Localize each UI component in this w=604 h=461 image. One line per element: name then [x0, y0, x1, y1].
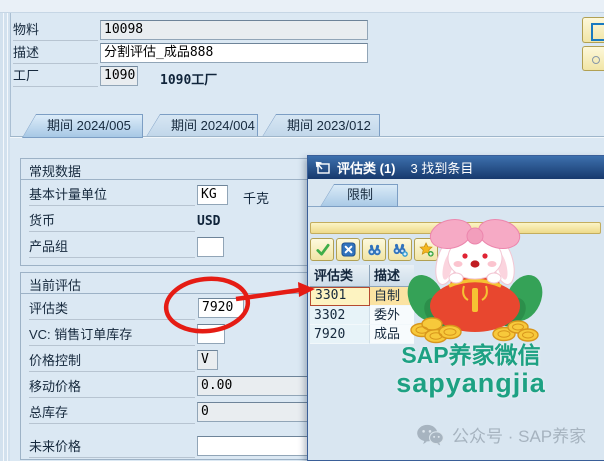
product-group-field[interactable] [197, 237, 224, 257]
groupbox-title: 当前评估 [29, 275, 81, 292]
tab-period-2024-005[interactable]: 期间 2024/005 [22, 114, 143, 138]
material-label: 物料 [13, 21, 98, 41]
popup-titlebar[interactable]: 评估类 (1) 3 找到条目 [308, 156, 604, 179]
table-header-row: 评估类 描述 [310, 265, 414, 287]
base-unit-field[interactable]: KG [197, 185, 228, 205]
plant-field[interactable]: 1090 [100, 66, 138, 86]
sales-order-stock-field[interactable] [197, 324, 225, 344]
groupbox-title: 常规数据 [29, 161, 81, 178]
base-unit-label: 基本计量单位 [29, 186, 195, 206]
valuation-class-label: 评估类 [29, 300, 195, 320]
column-header-valuation-class: 评估类 [310, 265, 370, 286]
plant-label: 工厂 [13, 67, 98, 87]
base-unit-text: 千克 [243, 188, 269, 207]
plant-description-text: 1090工厂 [160, 69, 217, 88]
rabbit-mascot-image [404, 214, 546, 348]
currency-value: USD [197, 214, 220, 229]
table-row-3301[interactable]: 3301 自制 [310, 287, 414, 306]
frame-line [7, 13, 8, 461]
popup-entries-found: 3 找到条目 [411, 158, 474, 177]
value-help-table: 评估类 描述 3301 自制 3302 委外 7920 成品 [310, 265, 414, 344]
currency-label: 货币 [29, 212, 195, 232]
cancel-button[interactable] [336, 238, 360, 261]
tab-period-2023-012[interactable]: 期间 2023/012 [262, 114, 380, 137]
material-field[interactable]: 10098 [100, 20, 368, 40]
accept-icon [315, 242, 330, 257]
price-control-label: 价格控制 [29, 352, 195, 372]
sales-order-stock-label: VC: 销售订单库存 [29, 326, 195, 346]
find-button[interactable] [362, 238, 386, 261]
popup-title: 评估类 (1) [337, 158, 396, 177]
tab-label: 期间 2023/012 [287, 118, 371, 133]
cell-valuation-class[interactable]: 7920 [310, 325, 370, 344]
footer-text: 公众号 · SAP养家 [452, 422, 586, 447]
valuation-class-field[interactable]: 7920 [198, 298, 244, 318]
moving-price-label: 移动价格 [29, 378, 195, 398]
tab-label: 期间 2024/004 [171, 118, 255, 133]
cell-valuation-class[interactable]: 3301 [310, 287, 370, 306]
price-control-field[interactable]: V [197, 350, 218, 370]
window-top-strip [0, 0, 604, 13]
future-price-label: 未来价格 [29, 438, 195, 458]
find-icon [367, 242, 382, 257]
current-valuation-groupbox: 当前评估 评估类 7920 VC: 销售订单库存 价格控制 V 移动价格 0.0… [20, 272, 309, 460]
brand-watermark: SAP养家微信 sapyangjia [366, 342, 576, 399]
small-icon [592, 56, 600, 64]
edge-button-1[interactable] [582, 17, 604, 43]
document-icon [591, 23, 604, 41]
value-help-window-icon [315, 161, 330, 174]
tab-restrictions[interactable]: 限制 [320, 184, 398, 207]
sap-window: 物料 10098 描述 分割评估_成品888 工厂 1090 1090工厂 期间… [0, 0, 604, 461]
cell-valuation-class[interactable]: 3302 [310, 306, 370, 325]
table-row-3302[interactable]: 3302 委外 [310, 306, 414, 325]
divider [21, 179, 308, 180]
divider [21, 293, 308, 294]
tab-label: 限制 [347, 187, 373, 202]
wechat-icon [416, 424, 444, 446]
frame-line [3, 13, 4, 461]
footer-watermark: 公众号 · SAP养家 [416, 422, 586, 447]
tab-period-2024-004[interactable]: 期间 2024/004 [146, 114, 258, 137]
tab-label: 期间 2024/005 [47, 118, 131, 133]
general-data-groupbox: 常规数据 基本计量单位 KG 千克 货币 USD 产品组 [20, 158, 309, 266]
accept-button[interactable] [310, 238, 334, 261]
valuation-class-value-help-popup: 评估类 (1) 3 找到条目 限制 [307, 155, 604, 461]
brand-chinese-text: SAP养家微信 [366, 342, 576, 368]
brand-pinyin-text: sapyangjia [366, 368, 576, 399]
cancel-icon [341, 242, 356, 257]
description-label: 描述 [13, 44, 98, 64]
total-stock-label: 总库存 [29, 404, 195, 424]
description-field[interactable]: 分割评估_成品888 [100, 43, 368, 63]
edge-button-2[interactable] [582, 46, 604, 71]
product-group-label: 产品组 [29, 238, 195, 258]
